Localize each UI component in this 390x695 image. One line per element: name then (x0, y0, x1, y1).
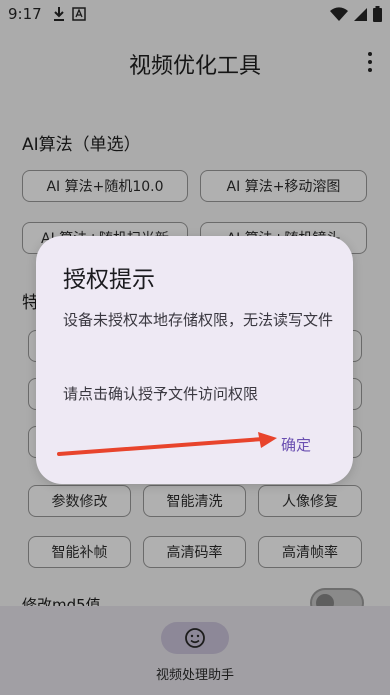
wifi-icon (330, 6, 348, 21)
status-bar: 9:17 (0, 0, 390, 28)
nav-label: 视频处理助手 (155, 668, 234, 683)
confirm-button[interactable]: 确定 (281, 434, 311, 455)
app-screen: 9:17 视频优化工具 AI算法（单选） AI 算法+随机10.0 AI 算法+… (0, 0, 390, 695)
status-time: 9:17 (8, 5, 42, 23)
smiley-icon (185, 628, 205, 648)
bottom-navigation: 视频处理助手 (0, 606, 390, 695)
ai-chip-move-blend[interactable]: AI 算法+移动溶图 (200, 170, 367, 202)
dialog-title: 授权提示 (63, 267, 155, 293)
annotation-arrow (57, 432, 277, 456)
dialog-message-secondary: 请点击确认授予文件访问权限 (63, 385, 259, 403)
app-title: 视频优化工具 (128, 54, 261, 79)
ai-section-title: AI算法（单选） (22, 135, 141, 155)
feature-chip-frame-interp[interactable]: 智能补帧 (28, 536, 131, 568)
feature-chip-param-edit[interactable]: 参数修改 (28, 485, 131, 517)
signal-icon (354, 7, 367, 21)
feature-chip-portrait-repair[interactable]: 人像修复 (258, 485, 362, 517)
dialog-message: 设备未授权本地存储权限，无法读写文件 (63, 311, 334, 329)
feature-chip-hd-bitrate[interactable]: 高清码率 (143, 536, 246, 568)
app-notification-icon (72, 7, 86, 21)
download-icon (54, 7, 64, 21)
ai-chip-random[interactable]: AI 算法+随机10.0 (22, 170, 188, 202)
nav-item-video-assistant[interactable] (161, 622, 229, 654)
more-options-icon[interactable] (364, 50, 376, 74)
feature-chip-hd-framerate[interactable]: 高清帧率 (258, 536, 362, 568)
feature-chip-smart-clean[interactable]: 智能清洗 (143, 485, 246, 517)
battery-icon (373, 6, 382, 22)
